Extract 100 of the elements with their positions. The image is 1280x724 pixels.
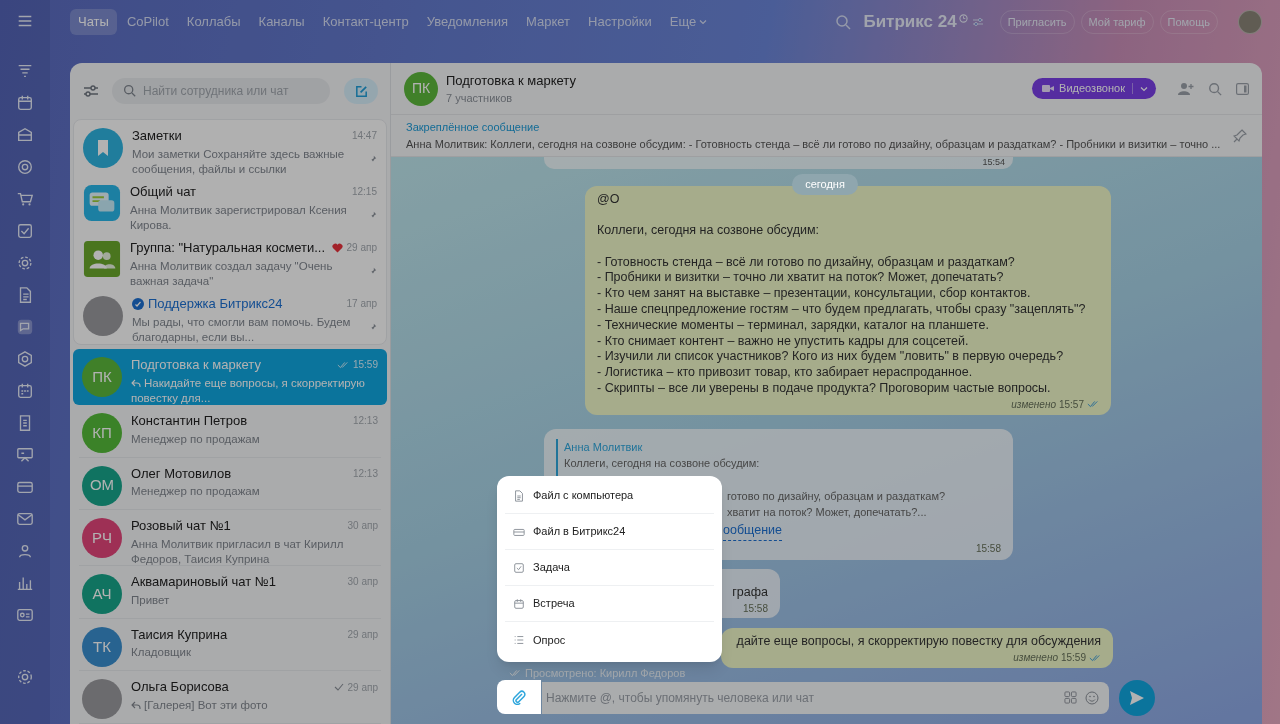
message-text: графа xyxy=(732,583,768,601)
menu-item[interactable]: Файл в Битрикс24 xyxy=(505,514,714,550)
cart-icon[interactable] xyxy=(16,190,34,208)
pinned-label: Закреплённое сообщение xyxy=(406,120,541,135)
chat-time: 12:15 xyxy=(351,185,377,200)
edited-label: изменено xyxy=(1013,651,1058,666)
search-icon xyxy=(123,84,136,97)
chat-title: Заметки xyxy=(132,127,183,145)
add-person-icon[interactable] xyxy=(1178,81,1194,96)
document-icon xyxy=(513,489,525,502)
message-time: 15:57 xyxy=(1058,397,1084,412)
avatar: РЧ xyxy=(82,518,122,559)
chat-title: Поддержка Битрикс24 xyxy=(148,295,284,313)
search-icon[interactable] xyxy=(1208,81,1222,96)
message-link[interactable]: ообщение xyxy=(723,520,782,541)
funnel-icon[interactable] xyxy=(16,62,34,80)
chat-time: 29 апр xyxy=(346,241,377,256)
grid-icon[interactable] xyxy=(1064,691,1077,704)
avatar: ПК xyxy=(404,71,438,106)
avatar: ТК xyxy=(82,626,122,667)
sliders-icon[interactable] xyxy=(971,16,984,28)
chat-preview: Менеджер по продажам xyxy=(131,431,261,447)
chat-title: Розовый чат №1 xyxy=(131,517,232,536)
quote-author: Анна Молитвик xyxy=(564,439,644,455)
nav-tab[interactable]: CoPilot xyxy=(118,9,177,35)
menu-item[interactable]: Встреча xyxy=(505,586,714,622)
nav-tab[interactable]: Уведомления xyxy=(418,9,517,35)
checkbox-icon[interactable] xyxy=(16,222,34,240)
chat-list-item[interactable]: Поддержка Битрикс24 17 апр Мы рады, что смогли вам помочь. Будем благодарны, если вы... xyxy=(74,288,386,344)
send-arrow-icon xyxy=(1129,690,1145,706)
search-icon[interactable] xyxy=(835,14,852,30)
camera-icon xyxy=(1042,84,1055,93)
video-call-button[interactable]: Видеозвонок xyxy=(1032,78,1156,99)
chat-preview: Анна Молитвик создал задачу "Очень важная задача" xyxy=(130,258,334,289)
double-check-icon xyxy=(509,669,521,678)
pin-icon[interactable] xyxy=(1233,128,1247,143)
attach-button[interactable] xyxy=(497,680,541,714)
people-avatar-icon xyxy=(83,240,121,278)
chat-preview: [Галерея] Вот эти фото xyxy=(131,697,378,713)
presentation-icon[interactable] xyxy=(16,446,34,464)
chat-list-item[interactable]: Группа: "Натуральная космети... 29 апр Анна Молитвик создал задачу "Очень важная задача" xyxy=(74,232,386,288)
more-menu[interactable]: Еще xyxy=(661,9,716,35)
nav-tab[interactable]: Настройки xyxy=(580,9,660,35)
quote-text: готово по дизайну, образцам и раздаткам? xyxy=(727,488,946,504)
chat-title: Аквамариновый чат №1 xyxy=(131,573,277,592)
nav-tab[interactable]: Коллабы xyxy=(178,9,249,35)
pinned-message-bar[interactable]: Закреплённое сообщение Анна Молитвик: Коллеги, сегодня на созвоне обсудим: - Готовность стенда – всё ли готово по дизайну, образцам и раздаткам? - Пробники и визитки – точно ... xyxy=(391,115,1262,157)
checkbox-icon xyxy=(513,561,525,574)
menu-item[interactable]: Задача xyxy=(505,550,714,586)
calendar-icon[interactable] xyxy=(16,382,34,400)
new-chat-button[interactable] xyxy=(344,78,378,104)
send-button[interactable] xyxy=(1119,680,1155,716)
sliders-icon[interactable] xyxy=(82,82,100,100)
chat-preview: Привет xyxy=(131,592,171,608)
settings-icon[interactable] xyxy=(16,668,34,686)
chat-list-item[interactable]: Общий чат 12:15 Анна Молитвик зарегистрировал Ксения Кирова. xyxy=(74,176,386,232)
target-icon[interactable] xyxy=(16,158,34,176)
gear-icon[interactable] xyxy=(16,254,34,272)
chat-time: 12:13 xyxy=(352,466,378,481)
people-icon[interactable] xyxy=(16,542,34,560)
menu-item[interactable]: Опрос xyxy=(505,622,714,658)
bookmark-avatar-icon xyxy=(83,128,123,168)
chat-list-item[interactable]: Заметки 14:47 Мои заметки Сохраняйте здесь важные сообщения, файлы и ссылки xyxy=(74,120,386,176)
quote-text: хватит на поток? Может, допечатать?... xyxy=(727,505,927,521)
nav-tab[interactable]: Контакт-центр xyxy=(314,9,417,35)
avatar: КП xyxy=(82,413,122,453)
date-label: сегодня xyxy=(792,174,858,195)
nav-tab[interactable]: Каналы xyxy=(250,9,313,35)
chat-preview: Анна Молитвик зарегистрировал Ксения Кирова. xyxy=(130,202,348,233)
hexagon-icon[interactable] xyxy=(16,350,34,368)
box-icon[interactable] xyxy=(16,126,34,144)
message-time: 15:59 xyxy=(1060,651,1086,666)
menu-item[interactable]: Файл с компьютера xyxy=(505,478,714,514)
message-input[interactable]: Нажмите @, чтобы упомянуть человека или чат xyxy=(542,682,1109,714)
message-time: 15:58 xyxy=(975,541,1001,556)
photo-placeholder xyxy=(83,296,123,336)
chat-title: Группа: "Натуральная космети... xyxy=(130,239,327,257)
chevron-down-icon xyxy=(1140,84,1148,93)
chat-list-item[interactable]: КП Константин Петров 12:13 Менеджер по продажам xyxy=(79,405,381,458)
chat-list-item[interactable]: ОМ Олег Мотовилов 12:13 Менеджер по продажам xyxy=(79,457,381,511)
calendar-icon[interactable] xyxy=(16,94,34,112)
chat-bubbles-avatar-icon xyxy=(83,184,121,222)
sidebar-icon[interactable] xyxy=(1236,82,1249,95)
chat-title: Константин Петров xyxy=(131,412,249,430)
smiley-icon[interactable] xyxy=(1085,691,1099,705)
nav-tab[interactable]: Маркет xyxy=(518,9,579,35)
id-card-icon[interactable] xyxy=(16,606,34,624)
edit-icon xyxy=(353,83,369,99)
paperclip-icon xyxy=(511,689,527,705)
edited-label: изменено xyxy=(1011,397,1056,412)
chat-preview: Анна Молитвик пригласил в чат Кирилл Федоров, Таисия Куприна xyxy=(131,536,345,567)
chevron-down-icon xyxy=(699,18,708,26)
quote-text: Коллеги, сегодня на созвоне обсудим: xyxy=(564,456,761,472)
chat-list-item[interactable]: ПК Подготовка к маркету 15:59 Накидайте еще вопросы, я скорректирую повестку для... xyxy=(73,349,387,405)
chat-title: Ольга Борисова xyxy=(131,678,230,697)
chat-preview: Кладовщик xyxy=(131,645,192,661)
photo-placeholder xyxy=(82,679,122,720)
chat-title: Таисия Куприна xyxy=(131,625,229,644)
mail-icon[interactable] xyxy=(16,510,34,528)
chat-preview: Накидайте еще вопросы, я скорректирую повестку для... xyxy=(131,375,366,406)
